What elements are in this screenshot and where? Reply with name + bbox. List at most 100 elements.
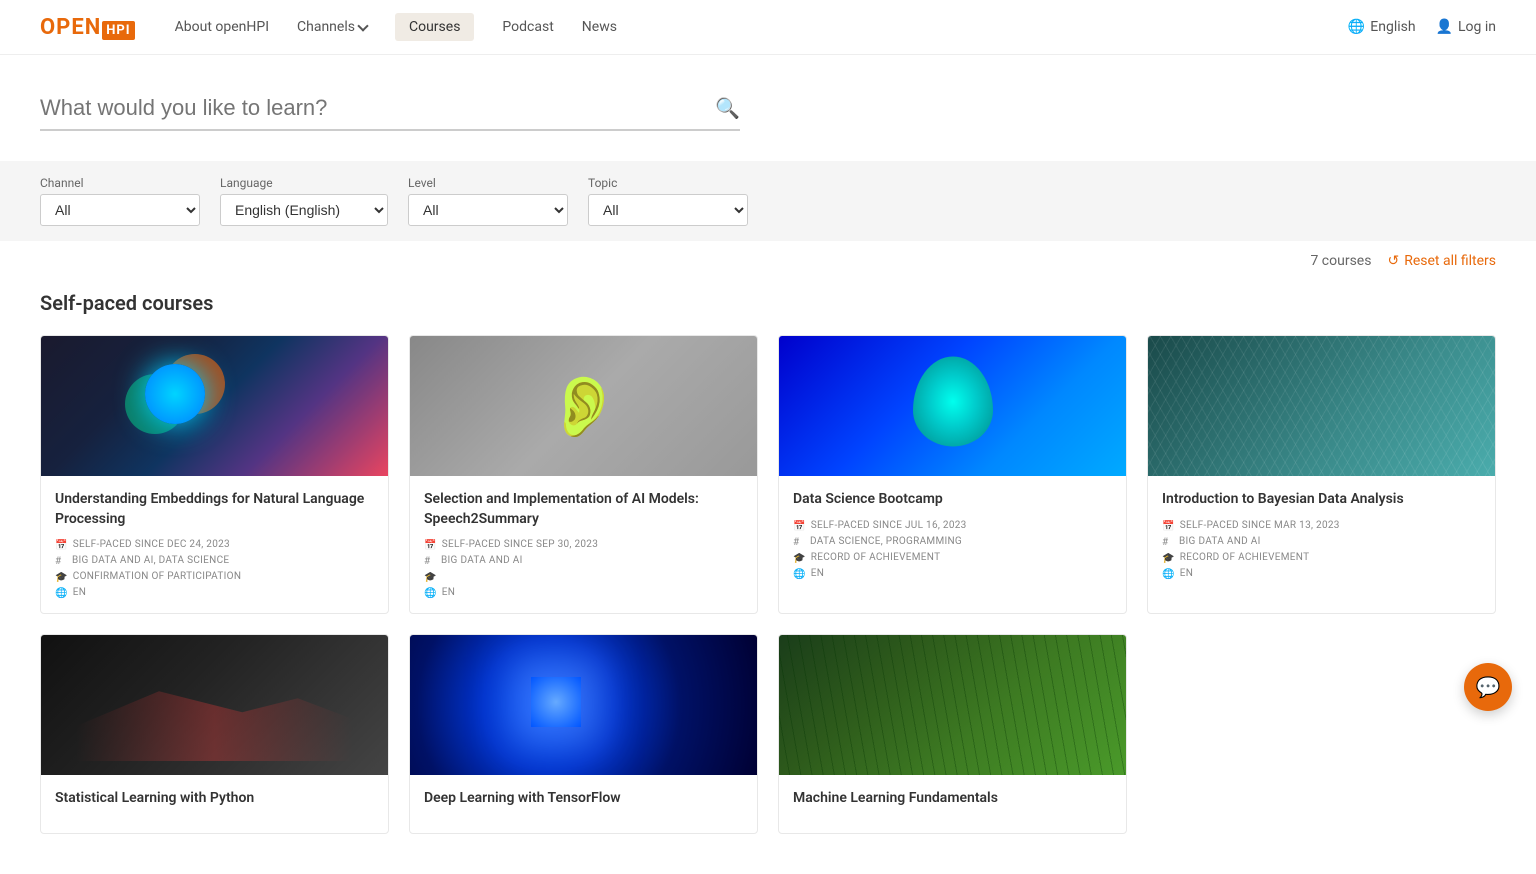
level-filter-label: Level: [408, 176, 568, 190]
header-right: 🌐 English 👤 Log in: [1348, 19, 1496, 35]
course-meta-1: 📅 SELF-PACED SINCE DEC 24, 2023 # BIG DA…: [55, 539, 374, 599]
meta-cert-2: 🎓: [424, 571, 743, 583]
topic-filter-group: Topic All: [588, 176, 748, 226]
results-count: 7 courses: [1310, 253, 1371, 269]
course-card-6[interactable]: Deep Learning with TensorFlow: [409, 634, 758, 834]
globe-icon-small: 🌐: [1162, 569, 1175, 580]
language-filter-group: Language English (English): [220, 176, 388, 226]
channel-filter-label: Channel: [40, 176, 200, 190]
filter-bar: Channel All Language English (English) L…: [0, 161, 1536, 241]
course-title-7: Machine Learning Fundamentals: [793, 789, 1112, 809]
level-filter-select[interactable]: All: [408, 194, 568, 226]
reset-icon: ↺: [1387, 253, 1399, 269]
meta-tags-4: # BIG DATA AND AI: [1162, 536, 1481, 548]
nav-courses[interactable]: Courses: [395, 13, 474, 41]
course-card-5[interactable]: Statistical Learning with Python: [40, 634, 389, 834]
section-title: Self-paced courses: [40, 291, 1496, 315]
chevron-down-icon: [357, 20, 368, 31]
language-label: English: [1370, 19, 1415, 35]
course-card-3[interactable]: Data Science Bootcamp 📅 SELF-PACED SINCE…: [778, 335, 1127, 614]
course-info-2: Selection and Implementation of AI Model…: [410, 476, 757, 613]
course-title-5: Statistical Learning with Python: [55, 789, 374, 809]
login-button[interactable]: 👤 Log in: [1436, 19, 1496, 35]
search-section: 🔍: [0, 55, 1536, 161]
meta-lang-2: 🌐 EN: [424, 587, 743, 599]
level-filter-group: Level All: [408, 176, 568, 226]
cert-icon: 🎓: [55, 572, 68, 583]
course-card-1[interactable]: Understanding Embeddings for Natural Lan…: [40, 335, 389, 614]
globe-icon-small: 🌐: [793, 569, 806, 580]
course-card-7[interactable]: Machine Learning Fundamentals: [778, 634, 1127, 834]
nav-podcast[interactable]: Podcast: [502, 19, 553, 35]
results-bar: 7 courses ↺ Reset all filters: [0, 241, 1536, 281]
globe-icon-small: 🌐: [424, 588, 437, 599]
channel-filter-group: Channel All: [40, 176, 200, 226]
meta-cert-3: 🎓 RECORD OF ACHIEVEMENT: [793, 552, 1112, 564]
course-image-3: [779, 336, 1126, 476]
hashtag-icon: #: [1162, 537, 1174, 548]
header: OPENHPI About openHPI Channels Courses P…: [0, 0, 1536, 55]
login-label: Log in: [1458, 19, 1496, 35]
channel-filter-select[interactable]: All: [40, 194, 200, 226]
logo-box: HPI: [102, 21, 134, 40]
nav-news[interactable]: News: [582, 19, 617, 35]
calendar-icon: 📅: [55, 540, 68, 551]
globe-icon: 🌐: [1348, 19, 1365, 35]
courses-row-2: Statistical Learning with Python Deep Le…: [40, 634, 1496, 834]
course-info-6: Deep Learning with TensorFlow: [410, 775, 757, 833]
course-info-1: Understanding Embeddings for Natural Lan…: [41, 476, 388, 613]
course-image-7: [779, 635, 1126, 775]
user-icon: 👤: [1436, 19, 1453, 35]
language-selector[interactable]: 🌐 English: [1348, 19, 1416, 35]
meta-lang-3: 🌐 EN: [793, 568, 1112, 580]
nav-channels[interactable]: Channels: [297, 19, 367, 35]
course-info-5: Statistical Learning with Python: [41, 775, 388, 833]
reset-label: Reset all filters: [1404, 253, 1496, 269]
hashtag-icon: #: [793, 537, 805, 548]
topic-filter-label: Topic: [588, 176, 748, 190]
meta-date-3: 📅 SELF-PACED SINCE JUL 16, 2023: [793, 520, 1112, 532]
search-input[interactable]: [40, 95, 715, 121]
course-image-6: [410, 635, 757, 775]
meta-tags-2: # BIG DATA AND AI: [424, 555, 743, 567]
courses-section: Self-paced courses Understanding Embeddi…: [0, 281, 1536, 874]
logo[interactable]: OPENHPI: [40, 15, 135, 40]
course-title-6: Deep Learning with TensorFlow: [424, 789, 743, 809]
chat-button[interactable]: 💬: [1464, 663, 1512, 711]
cert-icon: 🎓: [793, 553, 806, 564]
topic-filter-select[interactable]: All: [588, 194, 748, 226]
meta-date-4: 📅 SELF-PACED SINCE MAR 13, 2023: [1162, 520, 1481, 532]
search-icon[interactable]: 🔍: [715, 96, 740, 120]
meta-date-1: 📅 SELF-PACED SINCE DEC 24, 2023: [55, 539, 374, 551]
language-filter-label: Language: [220, 176, 388, 190]
course-card-4[interactable]: Introduction to Bayesian Data Analysis 📅…: [1147, 335, 1496, 614]
calendar-icon: 📅: [793, 521, 806, 532]
globe-icon-small: 🌐: [55, 588, 68, 599]
course-title-3: Data Science Bootcamp: [793, 490, 1112, 510]
meta-cert-1: 🎓 CONFIRMATION OF PARTICIPATION: [55, 571, 374, 583]
meta-cert-4: 🎓 RECORD OF ACHIEVEMENT: [1162, 552, 1481, 564]
cert-icon: 🎓: [1162, 553, 1175, 564]
meta-lang-1: 🌐 EN: [55, 587, 374, 599]
course-card-2[interactable]: Selection and Implementation of AI Model…: [409, 335, 758, 614]
course-meta-2: 📅 SELF-PACED SINCE SEP 30, 2023 # BIG DA…: [424, 539, 743, 599]
course-image-1: [41, 336, 388, 476]
course-meta-4: 📅 SELF-PACED SINCE MAR 13, 2023 # BIG DA…: [1162, 520, 1481, 580]
course-title-1: Understanding Embeddings for Natural Lan…: [55, 490, 374, 529]
search-container: 🔍: [40, 95, 740, 131]
meta-tags-3: # DATA SCIENCE, PROGRAMMING: [793, 536, 1112, 548]
course-image-2: [410, 336, 757, 476]
hashtag-icon: #: [424, 556, 436, 567]
language-filter-select[interactable]: English (English): [220, 194, 388, 226]
course-title-4: Introduction to Bayesian Data Analysis: [1162, 490, 1481, 510]
reset-filters-button[interactable]: ↺ Reset all filters: [1387, 253, 1496, 269]
nav-about[interactable]: About openHPI: [175, 19, 269, 35]
meta-date-2: 📅 SELF-PACED SINCE SEP 30, 2023: [424, 539, 743, 551]
course-meta-3: 📅 SELF-PACED SINCE JUL 16, 2023 # DATA S…: [793, 520, 1112, 580]
meta-lang-4: 🌐 EN: [1162, 568, 1481, 580]
course-title-2: Selection and Implementation of AI Model…: [424, 490, 743, 529]
courses-row-1: Understanding Embeddings for Natural Lan…: [40, 335, 1496, 614]
hashtag-icon: #: [55, 556, 67, 567]
meta-tags-1: # BIG DATA AND AI, DATA SCIENCE: [55, 555, 374, 567]
calendar-icon: 📅: [424, 540, 437, 551]
